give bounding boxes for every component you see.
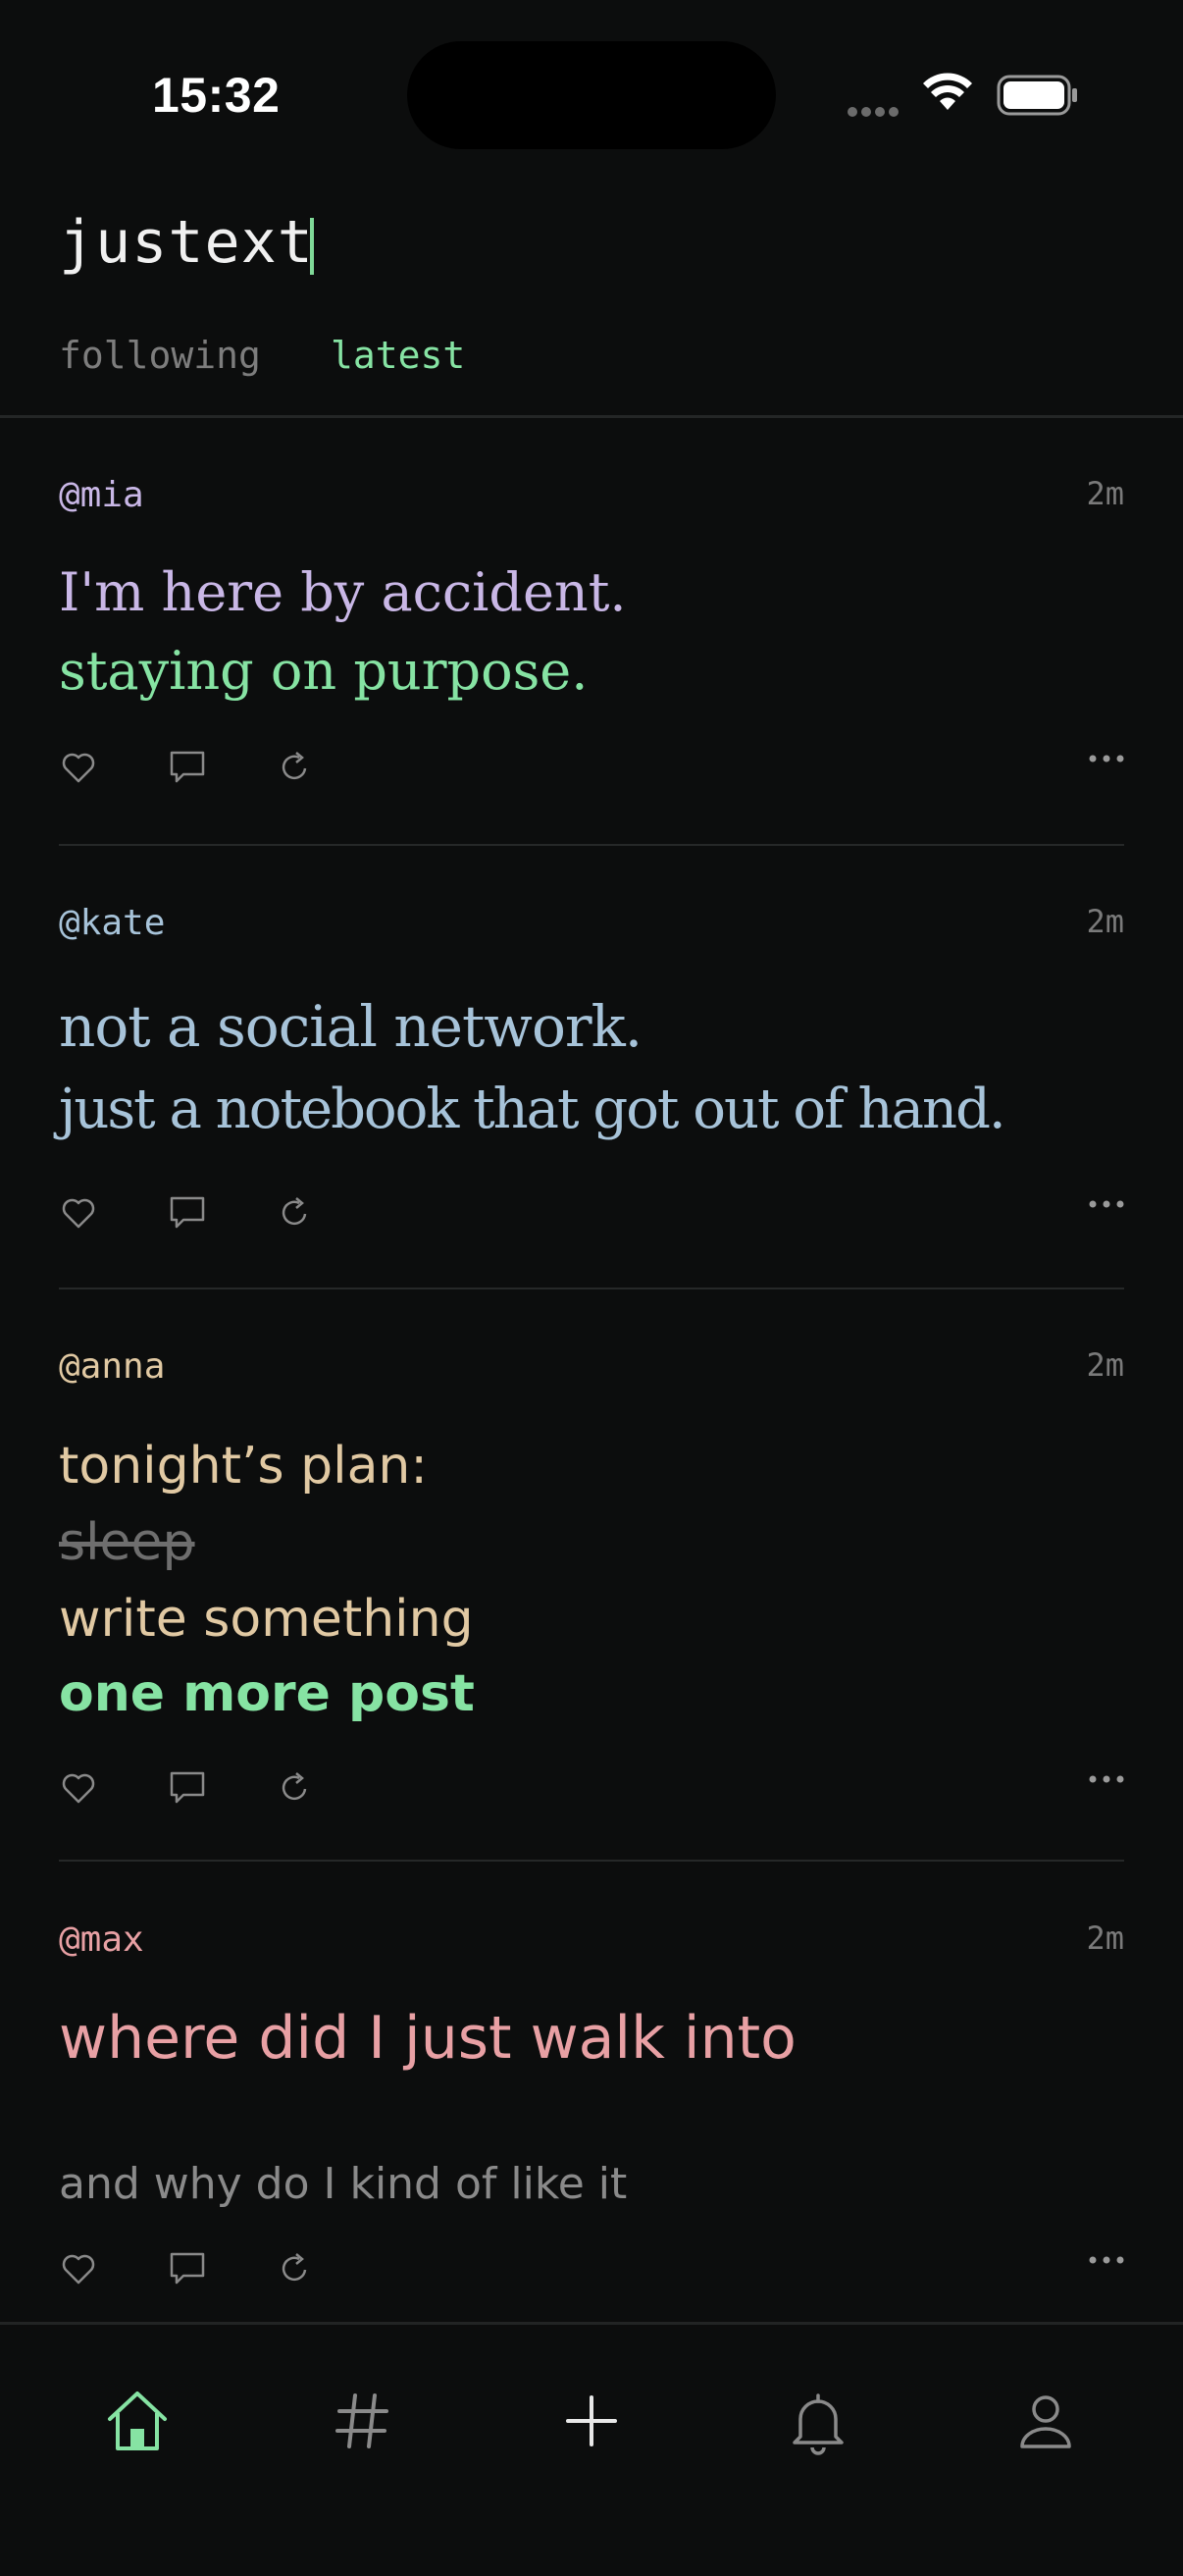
post-line: tonight’s plan:	[59, 1437, 428, 1496]
dynamic-island	[407, 41, 776, 149]
repost-icon[interactable]	[275, 748, 314, 787]
post-handle[interactable]: @max	[59, 1919, 144, 1960]
comment-icon[interactable]	[167, 2249, 208, 2288]
post-line-highlight: one more post	[59, 1664, 475, 1723]
more-icon[interactable]	[1089, 2255, 1124, 2265]
post-actions	[59, 1768, 1124, 1808]
post-anna[interactable]: @anna 2m tonight’s plan: sleep write som…	[59, 1346, 1124, 1837]
post-age: 2m	[1086, 1919, 1124, 1957]
home-icon[interactable]	[98, 2382, 177, 2460]
post-mia[interactable]: @mia 2m I'm here by accident. staying on…	[59, 475, 1124, 809]
repost-icon[interactable]	[275, 2249, 314, 2288]
post-kate[interactable]: @kate 2m not a social network. just a no…	[59, 903, 1124, 1236]
post-max[interactable]: @max 2m where did I just walk into and w…	[59, 1919, 1124, 2312]
tab-latest[interactable]: latest	[331, 334, 465, 377]
repost-icon[interactable]	[275, 1768, 314, 1808]
header-divider	[0, 415, 1183, 418]
post-line: and why do I kind of like it	[59, 2159, 628, 2209]
wifi-icon	[923, 73, 972, 110]
more-icon[interactable]	[1089, 754, 1124, 763]
heart-icon[interactable]	[59, 748, 98, 787]
post-divider	[59, 1860, 1124, 1862]
post-line: write something	[59, 1590, 474, 1649]
post-actions	[59, 748, 1124, 787]
post-line: just a notebook that got out of hand.	[59, 1078, 1006, 1141]
post-line: not a social network.	[59, 993, 643, 1060]
battery-icon	[997, 75, 1077, 116]
hashtag-icon[interactable]	[324, 2382, 402, 2460]
comment-icon[interactable]	[167, 748, 208, 787]
post-handle[interactable]: @anna	[59, 1346, 165, 1387]
post-age: 2m	[1086, 903, 1124, 940]
post-line: I'm here by accident.	[59, 561, 627, 623]
bottom-nav	[0, 2322, 1183, 2576]
post-actions	[59, 1193, 1124, 1233]
repost-icon[interactable]	[275, 1193, 314, 1233]
status-bar: 15:32	[0, 0, 1183, 186]
person-icon[interactable]	[1006, 2382, 1085, 2460]
status-time: 15:32	[152, 68, 281, 123]
bell-icon[interactable]	[779, 2382, 857, 2460]
cellular-signal-icon	[848, 102, 902, 121]
post-age: 2m	[1086, 475, 1124, 512]
more-icon[interactable]	[1089, 1199, 1124, 1209]
more-icon[interactable]	[1089, 1774, 1124, 1784]
heart-icon[interactable]	[59, 1193, 98, 1233]
post-actions	[59, 2249, 1124, 2288]
comment-icon[interactable]	[167, 1768, 208, 1808]
post-line: staying on purpose.	[59, 640, 589, 702]
post-age: 2m	[1086, 1346, 1124, 1384]
heart-icon[interactable]	[59, 2249, 98, 2288]
post-line-struck: sleep	[59, 1513, 195, 1572]
tab-following[interactable]: following	[59, 334, 261, 377]
comment-icon[interactable]	[167, 1193, 208, 1233]
post-handle[interactable]: @kate	[59, 903, 165, 943]
post-divider	[59, 1288, 1124, 1289]
text-cursor	[310, 218, 314, 275]
app-title: justext	[59, 208, 314, 277]
post-line: where did I just walk into	[59, 2004, 797, 2073]
post-handle[interactable]: @mia	[59, 475, 144, 515]
heart-icon[interactable]	[59, 1768, 98, 1808]
plus-icon[interactable]	[552, 2382, 631, 2460]
post-divider	[59, 844, 1124, 846]
